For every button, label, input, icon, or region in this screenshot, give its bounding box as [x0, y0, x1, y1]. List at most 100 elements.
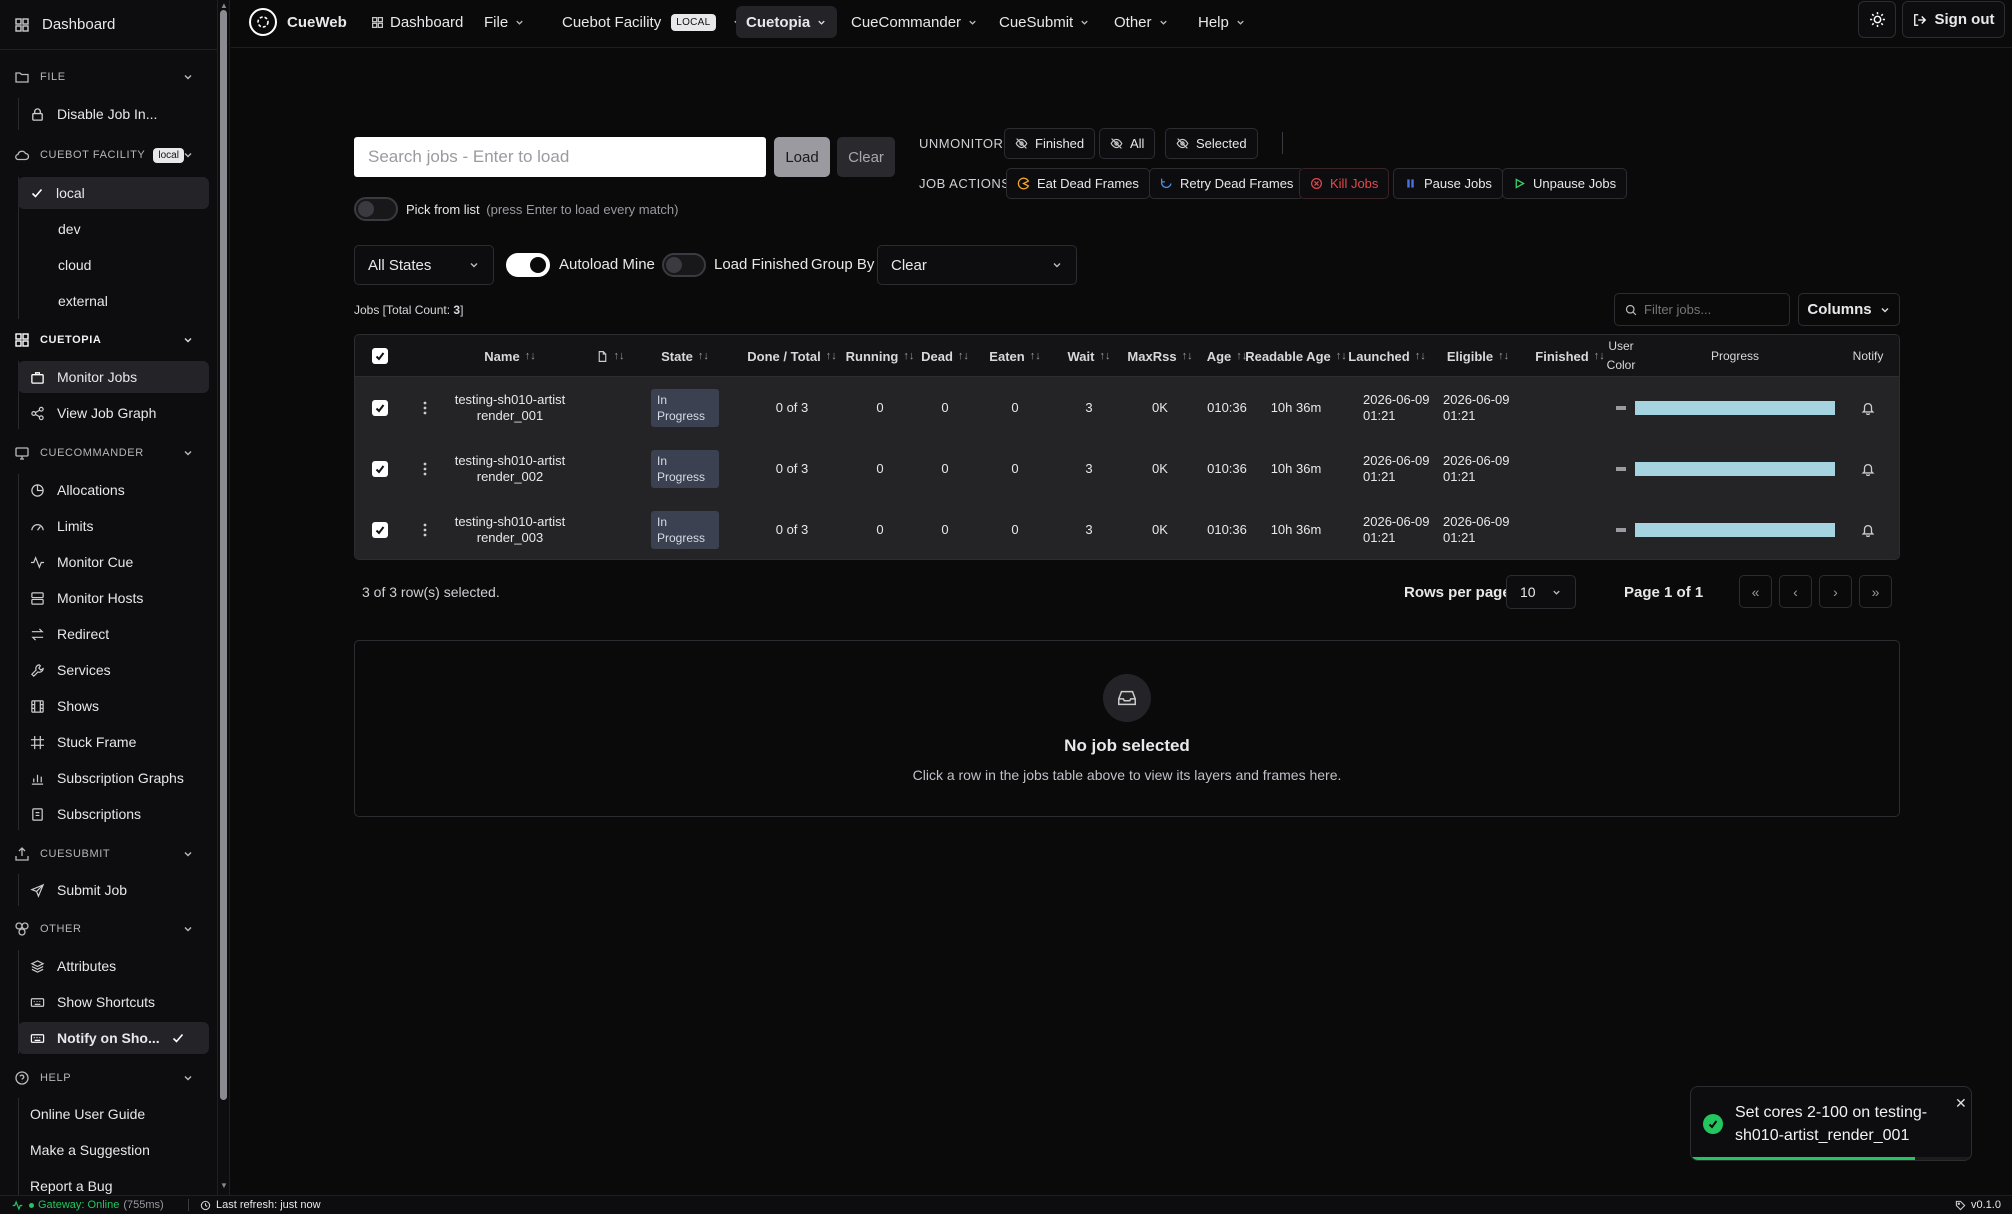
- bell-icon[interactable]: [1861, 401, 1875, 415]
- user-color-swatch[interactable]: [1616, 527, 1626, 532]
- nav-cuecommander[interactable]: CueCommander: [841, 6, 988, 38]
- nav-other[interactable]: Other: [1104, 6, 1179, 38]
- sidebar-item-facility-dev[interactable]: dev: [18, 213, 209, 245]
- sidebar-item-facility-local[interactable]: local: [18, 177, 209, 209]
- section-cuebot-facility[interactable]: CUEBOT FACILITY local: [0, 139, 217, 171]
- autoload-mine-toggle[interactable]: [506, 253, 550, 277]
- sidebar-item-attributes[interactable]: Attributes: [18, 950, 209, 982]
- sidebar-item-redirect[interactable]: Redirect: [18, 618, 209, 650]
- select-all-checkbox[interactable]: [372, 348, 388, 364]
- section-help[interactable]: HELP: [0, 1062, 217, 1094]
- table-row[interactable]: testing-sh010-artist render_001 In Progress…: [355, 377, 1899, 438]
- sidebar-item-subscriptions[interactable]: Subscriptions: [18, 798, 209, 830]
- sidebar-item-services[interactable]: Services: [18, 654, 209, 686]
- sign-out-button[interactable]: Sign out: [1902, 1, 2005, 38]
- sidebar-item-facility-external[interactable]: external: [18, 285, 209, 317]
- sidebar-item-show-shortcuts[interactable]: Show Shortcuts: [18, 986, 209, 1018]
- sidebar-scrollbar[interactable]: ▲ ▼: [218, 0, 230, 1195]
- sidebar-item-monitor-cue[interactable]: Monitor Cue: [18, 546, 209, 578]
- search-jobs-input[interactable]: [354, 137, 766, 177]
- table-row[interactable]: testing-sh010-artist render_003 In Progress…: [355, 499, 1899, 559]
- group-by-select[interactable]: Clear: [877, 245, 1077, 285]
- sidebar-item-monitor-jobs[interactable]: Monitor Jobs: [18, 361, 209, 393]
- col-dead-label: Dead: [921, 348, 953, 364]
- unmonitor-all-button[interactable]: All: [1099, 128, 1156, 159]
- unpause-jobs-button[interactable]: Unpause Jobs: [1502, 168, 1628, 199]
- sidebar-item-disable-job[interactable]: Disable Job In...: [18, 98, 209, 130]
- section-cuesubmit[interactable]: CUESUBMIT: [0, 838, 217, 870]
- sidebar-item-notify-on-shortcut[interactable]: Notify on Sho...: [18, 1022, 209, 1054]
- load-button[interactable]: Load: [774, 137, 830, 177]
- sidebar-dashboard[interactable]: Dashboard: [0, 0, 217, 50]
- first-page-button[interactable]: «: [1739, 575, 1772, 608]
- rows-per-page-select[interactable]: 10: [1506, 575, 1576, 609]
- sidebar-item-allocations[interactable]: Allocations: [18, 474, 209, 506]
- user-color-swatch[interactable]: [1616, 466, 1626, 471]
- brand-logo[interactable]: CueWeb: [249, 6, 347, 38]
- row-checkbox[interactable]: [372, 460, 388, 477]
- bell-icon[interactable]: [1861, 523, 1875, 537]
- unmonitor-label: UNMONITOR: [919, 136, 1004, 151]
- next-page-button[interactable]: ›: [1819, 575, 1852, 608]
- col-file[interactable]: ↑↓: [575, 335, 645, 377]
- sidebar-item-view-job-graph[interactable]: View Job Graph: [18, 397, 209, 429]
- sidebar-item-monitor-hosts[interactable]: Monitor Hosts: [18, 582, 209, 614]
- nav-cuebot-facility[interactable]: Cuebot Facility LOCAL: [552, 6, 753, 38]
- chevron-down-icon: [1158, 17, 1169, 28]
- nav-help-label: Help: [1198, 13, 1229, 31]
- section-cuecommander[interactable]: CUECOMMANDER: [0, 437, 217, 469]
- sidebar-item-report-bug[interactable]: Report a Bug: [18, 1170, 209, 1195]
- sidebar-item-label: Online User Guide: [30, 1106, 146, 1122]
- eat-dead-frames-button[interactable]: Eat Dead Frames: [1006, 168, 1150, 199]
- user-color-swatch[interactable]: [1616, 405, 1626, 410]
- col-state[interactable]: State ↑↓: [645, 335, 725, 377]
- group-by-value: Clear: [891, 256, 927, 274]
- filter-jobs-field[interactable]: [1614, 293, 1790, 326]
- load-finished-toggle[interactable]: [662, 253, 706, 277]
- nav-cuesubmit[interactable]: CueSubmit: [989, 6, 1100, 38]
- theme-toggle-button[interactable]: [1858, 1, 1896, 38]
- col-eaten-label: Eaten: [989, 348, 1025, 364]
- nav-dashboard[interactable]: Dashboard: [361, 6, 473, 38]
- last-page-button[interactable]: »: [1859, 575, 1892, 608]
- bell-icon[interactable]: [1861, 462, 1875, 476]
- nav-file[interactable]: File: [474, 6, 535, 38]
- nav-cuetopia[interactable]: Cuetopia: [736, 6, 838, 38]
- pick-from-list-toggle[interactable]: [354, 197, 398, 221]
- sidebar-item-subscription-graphs[interactable]: Subscription Graphs: [18, 762, 209, 794]
- select-all-header[interactable]: [355, 335, 405, 377]
- pause-jobs-button[interactable]: Pause Jobs: [1393, 168, 1503, 199]
- sidebar-item-suggestion[interactable]: Make a Suggestion: [18, 1134, 209, 1166]
- more-vertical-icon[interactable]: [423, 401, 427, 415]
- row-checkbox[interactable]: [372, 399, 388, 416]
- more-vertical-icon[interactable]: [423, 523, 427, 537]
- sidebar-item-submit-job[interactable]: Submit Job: [18, 874, 209, 906]
- row-checkbox[interactable]: [372, 521, 388, 538]
- clear-button[interactable]: Clear: [837, 137, 895, 177]
- filter-jobs-input[interactable]: [1644, 302, 1784, 317]
- unmonitor-finished-button[interactable]: Finished: [1004, 128, 1096, 159]
- gauge-icon: [30, 519, 45, 534]
- scroll-down-arrow[interactable]: ▼: [219, 1181, 229, 1191]
- section-cuetopia[interactable]: CUETOPIA: [0, 324, 217, 356]
- sidebar-item-facility-cloud[interactable]: cloud: [18, 249, 209, 281]
- state-filter-select[interactable]: All States: [354, 245, 494, 285]
- more-vertical-icon[interactable]: [423, 462, 427, 476]
- prev-page-button[interactable]: ‹: [1779, 575, 1812, 608]
- col-name[interactable]: Name ↑↓: [455, 335, 565, 377]
- sidebar-item-limits[interactable]: Limits: [18, 510, 209, 542]
- table-row[interactable]: testing-sh010-artist render_002 In Progress…: [355, 438, 1899, 499]
- sidebar-item-stuck-frame[interactable]: Stuck Frame: [18, 726, 209, 758]
- section-other[interactable]: OTHER: [0, 913, 217, 945]
- section-file[interactable]: FILE: [0, 61, 217, 93]
- toast-close-button[interactable]: ✕: [1955, 1095, 1967, 1112]
- sidebar-item-shows[interactable]: Shows: [18, 690, 209, 722]
- retry-dead-frames-button[interactable]: Retry Dead Frames: [1149, 168, 1305, 199]
- kill-jobs-button[interactable]: Kill Jobs: [1299, 168, 1390, 199]
- columns-button[interactable]: Columns: [1798, 293, 1900, 326]
- unmonitor-selected-button[interactable]: Selected: [1165, 128, 1258, 159]
- nav-help[interactable]: Help: [1188, 6, 1256, 38]
- sidebar-item-user-guide[interactable]: Online User Guide: [18, 1098, 209, 1130]
- state-badge: In Progress: [651, 510, 719, 549]
- scrollbar-thumb[interactable]: [220, 10, 227, 1100]
